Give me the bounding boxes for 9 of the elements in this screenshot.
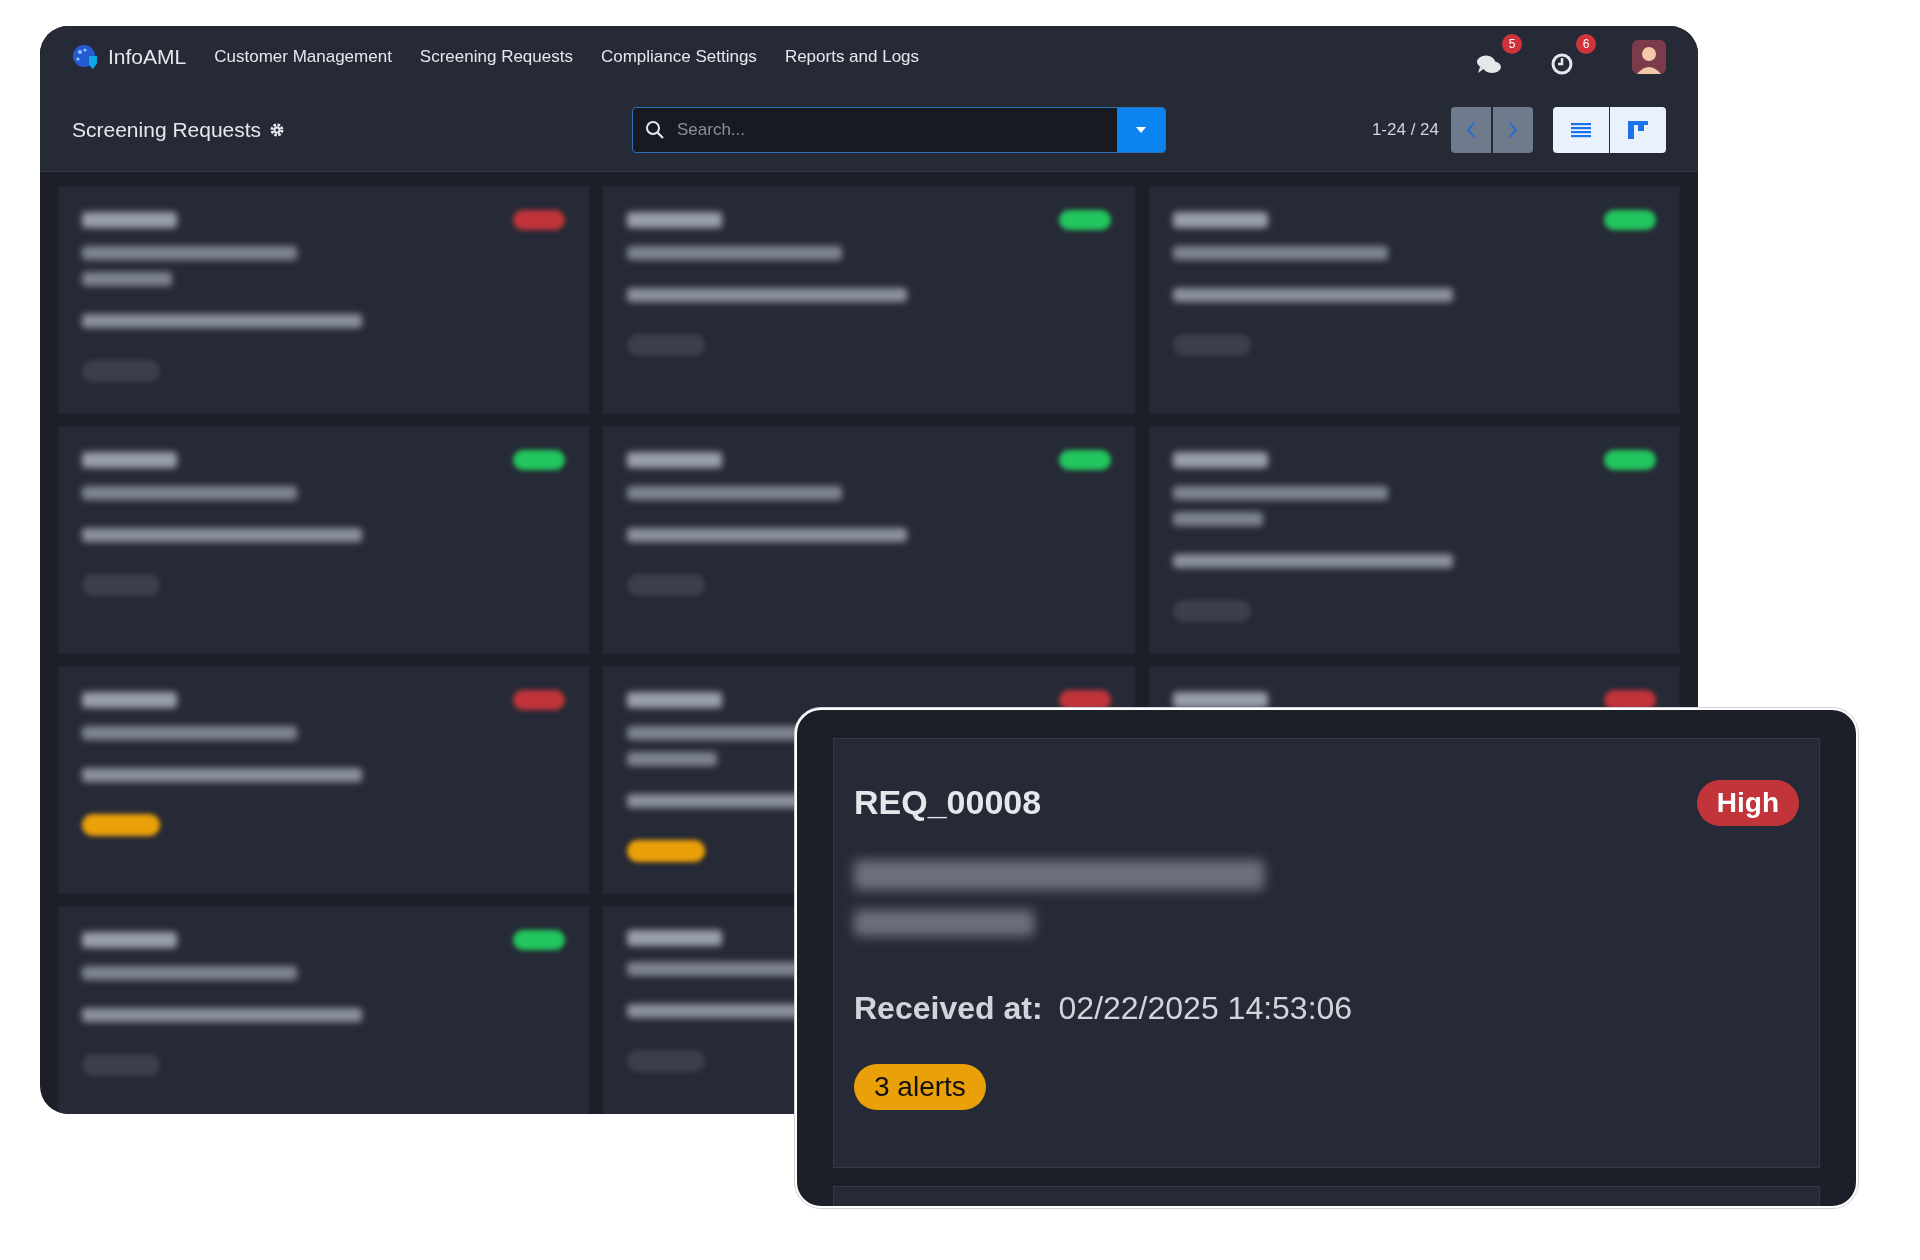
received-label: Received at: <box>854 989 1043 1028</box>
alerts-badge: 3 alerts <box>854 1064 986 1110</box>
risk-badge: High <box>1696 779 1799 826</box>
received-value: 02/22/2025 14:53:06 <box>1058 989 1353 1028</box>
pager-text: 1-24 / 24 <box>1371 118 1439 141</box>
page-title: Screening Requests <box>72 116 262 143</box>
count-badge: 6 <box>1576 34 1596 54</box>
request-id: REQ_00008 <box>854 782 1042 823</box>
count-badge: 5 <box>1502 34 1522 54</box>
